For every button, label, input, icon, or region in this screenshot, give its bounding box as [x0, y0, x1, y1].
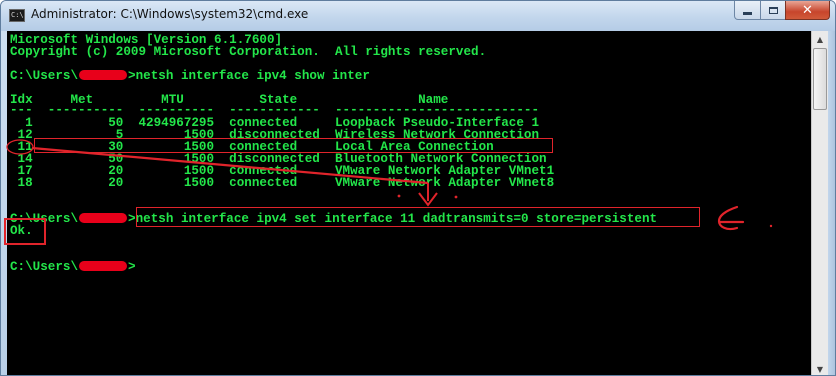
prompt-suffix: > — [128, 260, 136, 274]
prompt-prefix: C:\Users\ — [10, 69, 79, 83]
maximize-button[interactable] — [760, 1, 786, 20]
annotation-box-interface-row — [34, 138, 553, 153]
cmd-window: C:\ Administrator: C:\Windows\system32\c… — [0, 0, 836, 376]
scroll-thumb[interactable] — [813, 48, 827, 110]
scroll-up-arrow-icon[interactable]: ▲ — [812, 31, 828, 47]
prompt-prefix: C:\Users\ — [10, 260, 79, 274]
table-separator: --- ---------- ---------- ------------ -… — [10, 103, 540, 117]
window-title: Administrator: C:\Windows\system32\cmd.e… — [31, 7, 309, 21]
redacted-username — [79, 261, 128, 271]
annotation-box-ok — [4, 218, 46, 245]
annotation-box-command — [136, 207, 700, 227]
command-show-interfaces: netsh interface ipv4 show inter — [135, 69, 370, 83]
copyright-line: Copyright (c) 2009 Microsoft Corporation… — [10, 45, 487, 59]
cmd-icon: C:\ — [9, 9, 25, 22]
close-icon: ✕ — [802, 2, 813, 18]
vertical-scrollbar[interactable]: ▲ ▼ — [811, 31, 828, 375]
minimize-icon — [743, 11, 752, 15]
title-bar[interactable]: C:\ Administrator: C:\Windows\system32\c… — [1, 1, 835, 31]
prompt-suffix: > — [128, 69, 136, 83]
window-frame-edge — [828, 31, 835, 375]
prompt-suffix: > — [128, 212, 136, 226]
prompt-line-1: C:\Users\ >netsh interface ipv4 show inte… — [10, 69, 370, 83]
maximize-icon — [768, 6, 778, 14]
console-output[interactable]: Microsoft Windows [Version 6.1.7600] Cop… — [7, 31, 811, 375]
redacted-username — [79, 70, 128, 80]
minimize-button[interactable] — [734, 1, 761, 20]
redacted-username — [79, 213, 128, 223]
close-button[interactable]: ✕ — [785, 1, 830, 20]
prompt-line-3[interactable]: C:\Users\ > — [10, 260, 136, 274]
table-row: 18 20 1500 connected VMware Network Adap… — [10, 176, 555, 190]
scroll-down-arrow-icon[interactable]: ▼ — [812, 361, 828, 375]
